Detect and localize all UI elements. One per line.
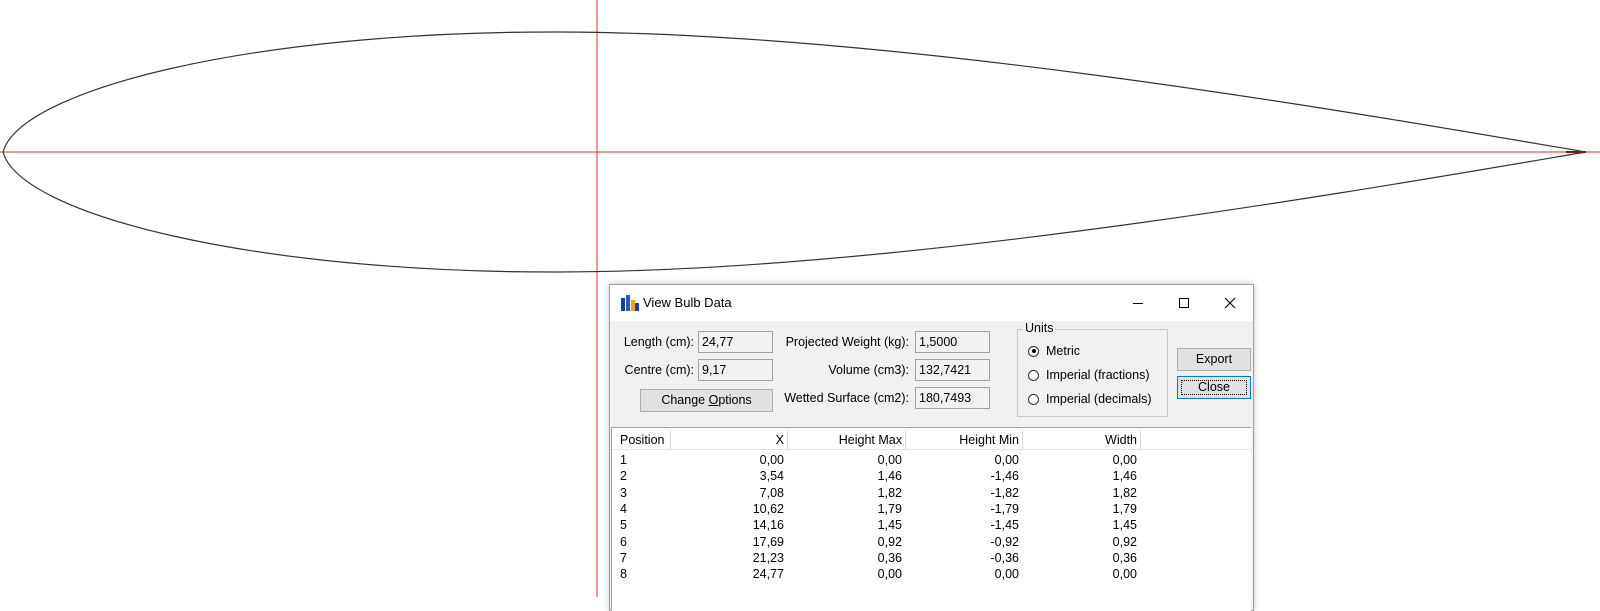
close-button[interactable]: Close: [1177, 376, 1251, 399]
column-header-width[interactable]: Width: [1023, 431, 1141, 449]
radio-button-icon: [1028, 369, 1039, 381]
change-options-label: Change Options: [661, 393, 752, 407]
volume-label: Volume (cm3):: [828, 363, 909, 377]
app-icon: [621, 295, 639, 311]
close-window-button[interactable]: [1207, 285, 1253, 321]
table-cell: -1,82: [990, 485, 1020, 500]
table-cell: 0,92: [1112, 534, 1137, 549]
table-cell: 21,23: [752, 550, 784, 565]
view-bulb-data-dialog: View Bulb Data Length (cm): 24,77 Centre…: [609, 284, 1254, 611]
minimize-button[interactable]: [1115, 285, 1161, 321]
table-cell: 24,77: [752, 567, 784, 582]
table-row[interactable]: 2 3,54 1,46 -1,46 1,46: [612, 468, 1251, 484]
wetted-surface-label: Wetted Surface (cm2):: [784, 391, 909, 405]
column-header-height-min[interactable]: Height Min: [906, 431, 1023, 449]
length-field[interactable]: 24,77: [698, 331, 773, 353]
table-cell: -1,46: [990, 469, 1020, 484]
projected-weight-field[interactable]: 1,5000: [915, 331, 990, 353]
centre-label: Centre (cm):: [624, 363, 694, 377]
units-imperial-decimals-radio[interactable]: Imperial (decimals): [1028, 390, 1152, 408]
table-cell: 14,16: [752, 518, 784, 533]
table-cell: 0,00: [877, 567, 902, 582]
table-cell: 0,00: [1112, 453, 1137, 467]
table-cell: 1,79: [1112, 501, 1137, 516]
table-cell: 0,36: [1112, 550, 1137, 565]
table-row[interactable]: 6 17,69 0,92 -0,92 0,92: [612, 534, 1251, 550]
table-cell: -1,45: [990, 518, 1020, 533]
units-group: Units Metric Imperial (fractions) Imperi…: [1017, 321, 1168, 417]
bulb-data-table[interactable]: Position X Height Max Height Min Width 1…: [611, 427, 1251, 611]
radio-selected-dot: [1031, 349, 1036, 353]
units-imperial-decimals-label: Imperial (decimals): [1046, 392, 1152, 406]
table-cell: 0,00: [877, 453, 902, 467]
table-cell: 1,45: [877, 518, 902, 533]
table-cell: 3,54: [759, 469, 784, 484]
table-cell: 0,00: [994, 453, 1019, 467]
close-icon: [1224, 297, 1236, 309]
table-row[interactable]: 5 14,16 1,45 -1,45 1,45: [612, 517, 1251, 533]
table-cell: 1,82: [1112, 485, 1137, 500]
header-divider: [612, 449, 1251, 450]
table-cell: 0,00: [1112, 567, 1137, 582]
close-button-label: Close: [1198, 380, 1230, 394]
table-row[interactable]: 7 21,23 0,36 -0,36 0,36: [612, 550, 1251, 566]
projected-weight-label: Projected Weight (kg):: [785, 335, 909, 349]
dialog-title: View Bulb Data: [643, 295, 732, 310]
table-cell: 10,62: [752, 501, 784, 516]
table-cell: 0,36: [877, 550, 902, 565]
units-group-title: Units: [1023, 321, 1056, 335]
export-button-label: Export: [1195, 352, 1233, 366]
table-cell: 1,82: [877, 485, 902, 500]
table-row[interactable]: 8 24,77 0,00 0,00 0,00: [612, 566, 1251, 582]
centre-field[interactable]: 9,17: [698, 359, 773, 381]
maximize-button[interactable]: [1161, 285, 1207, 321]
table-row[interactable]: 4 10,62 1,79 -1,79 1,79: [612, 501, 1251, 517]
table-cell: -1,79: [990, 501, 1020, 516]
table-cell: 1,79: [877, 501, 902, 516]
table-cell: -0,92: [990, 534, 1020, 549]
units-imperial-fractions-radio[interactable]: Imperial (fractions): [1028, 366, 1150, 384]
table-row[interactable]: 3 7,08 1,82 -1,82 1,82: [612, 485, 1251, 501]
table-cell: 1,46: [877, 469, 902, 484]
column-header-x[interactable]: X: [671, 431, 788, 449]
table-cell: 0,92: [877, 534, 902, 549]
units-metric-radio[interactable]: Metric: [1028, 342, 1080, 360]
table-cell: 1,45: [1112, 518, 1137, 533]
units-imperial-fractions-label: Imperial (fractions): [1046, 368, 1150, 382]
radio-button-icon: [1028, 393, 1039, 405]
change-options-button[interactable]: Change Options: [640, 389, 773, 412]
table-cell: 7,08: [759, 485, 784, 500]
units-metric-label: Metric: [1046, 344, 1081, 358]
radio-button-icon: [1028, 345, 1039, 357]
table-cell: 0,00: [994, 567, 1019, 582]
export-button[interactable]: Export: [1177, 348, 1251, 371]
table-cell: 0,00: [759, 453, 784, 467]
dialog-titlebar[interactable]: View Bulb Data: [610, 285, 1253, 321]
table-cell: 1,46: [1112, 469, 1137, 484]
table-cell: -0,36: [990, 550, 1020, 565]
column-header-position[interactable]: Position: [614, 431, 671, 449]
length-label: Length (cm):: [623, 335, 694, 349]
maximize-icon: [1179, 298, 1189, 308]
wetted-surface-field[interactable]: 180,7493: [915, 387, 990, 409]
minimize-icon: [1133, 303, 1143, 304]
table-row[interactable]: 1 0,00 0,00 0,00 0,00: [612, 452, 1251, 468]
table-cell: 17,69: [752, 534, 784, 549]
volume-field[interactable]: 132,7421: [915, 359, 990, 381]
column-header-height-max[interactable]: Height Max: [788, 431, 906, 449]
